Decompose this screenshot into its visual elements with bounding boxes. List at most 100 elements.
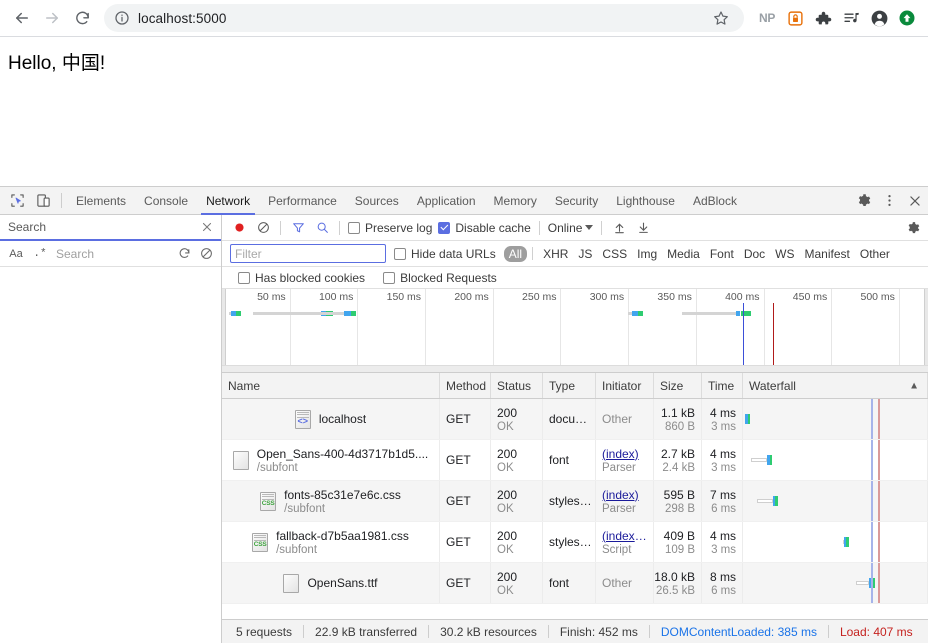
network-overview-timeline[interactable]: 50 ms 100 ms 150 ms 200 ms 250 ms 300 ms 350 m… <box>222 289 928 373</box>
blocked-requests-checkbox[interactable]: Blocked Requests <box>381 271 499 285</box>
address-bar[interactable]: localhost:5000 <box>104 4 744 32</box>
update-button-icon[interactable] <box>894 5 920 31</box>
filter-type-all[interactable]: All <box>503 245 528 262</box>
network-settings-gear-icon[interactable] <box>902 218 924 238</box>
request-name[interactable]: Open_Sans-400-4d3717b1d5.... <box>257 447 428 461</box>
settings-gear-icon[interactable] <box>850 187 876 214</box>
tab-console[interactable]: Console <box>135 187 197 214</box>
request-name[interactable]: fonts-85c31e7e6c.css <box>284 488 401 502</box>
filter-type-manifest[interactable]: Manifest <box>800 246 855 262</box>
column-header-name[interactable]: Name <box>222 373 440 398</box>
overview-scrollbar[interactable] <box>222 365 928 372</box>
close-icon[interactable] <box>199 219 215 235</box>
column-header-method[interactable]: Method <box>440 373 491 398</box>
device-toolbar-icon[interactable] <box>30 187 56 214</box>
has-blocked-cookies-checkbox[interactable]: Has blocked cookies <box>236 271 367 285</box>
overview-request-band <box>628 311 644 316</box>
column-header-type[interactable]: Type <box>543 373 596 398</box>
page-info-icon[interactable] <box>114 10 130 26</box>
clear-icon[interactable] <box>197 245 215 263</box>
name-text: OpenSans.ttf <box>307 576 377 590</box>
cell-waterfall <box>743 522 928 562</box>
tab-lighthouse[interactable]: Lighthouse <box>607 187 684 214</box>
table-row[interactable]: Open_Sans-400-4d3717b1d5..../subfont GET 2… <box>222 440 928 481</box>
tab-adblock[interactable]: AdBlock <box>684 187 746 214</box>
css-file-icon: CSS <box>260 491 277 511</box>
export-har-icon[interactable] <box>632 218 654 238</box>
regex-toggle[interactable]: .* <box>30 245 50 263</box>
filter-input[interactable] <box>230 244 386 263</box>
filter-type-img[interactable]: Img <box>632 246 662 262</box>
filter-type-other[interactable]: Other <box>855 246 895 262</box>
initiator-link[interactable]: (index) <box>602 447 647 461</box>
divider <box>339 220 340 235</box>
tab-application[interactable]: Application <box>408 187 485 214</box>
search-input[interactable] <box>54 244 171 263</box>
column-header-time[interactable]: Time <box>702 373 743 398</box>
filter-type-ws[interactable]: WS <box>770 246 799 262</box>
table-row[interactable]: <> localhost GET 200 OK docu… Other 1.1 kB 860 B… <box>222 399 928 440</box>
import-har-icon[interactable] <box>608 218 630 238</box>
puzzle-extensions-icon[interactable] <box>810 5 836 31</box>
checkbox-box <box>394 247 406 260</box>
filter-type-css[interactable]: CSS <box>597 246 632 262</box>
initiator-link[interactable]: (index):… <box>602 529 647 543</box>
preserve-log-checkbox[interactable]: Preserve log <box>346 221 434 235</box>
size-sub: 109 B <box>664 543 695 556</box>
table-row[interactable]: CSS fonts-85c31e7e6c.css/subfont GET 200 OK s… <box>222 481 928 522</box>
filter-type-font[interactable]: Font <box>705 246 739 262</box>
filter-type-doc[interactable]: Doc <box>739 246 770 262</box>
request-name[interactable]: fallback-d7b5aa1981.css <box>276 529 409 543</box>
status-text: OK <box>497 584 514 597</box>
column-header-initiator[interactable]: Initiator <box>596 373 654 398</box>
column-header-size[interactable]: Size <box>654 373 702 398</box>
tab-network[interactable]: Network <box>197 187 259 215</box>
table-row[interactable]: CSS fallback-d7b5aa1981.css/subfont GET 200… <box>222 522 928 563</box>
dom-content-loaded-marker <box>871 563 873 603</box>
overview-gridline <box>628 289 630 372</box>
request-name[interactable]: localhost <box>319 412 366 426</box>
profile-avatar-icon[interactable] <box>866 5 892 31</box>
reload-button[interactable] <box>68 4 96 32</box>
status-finish: Finish: 452 ms <box>559 624 638 639</box>
np-extension-icon[interactable]: NP <box>754 5 780 31</box>
clear-network-icon[interactable] <box>252 218 274 238</box>
table-row[interactable]: OpenSans.ttf GET 200 OK font Other 18.0 kB 26.5… <box>222 563 928 604</box>
initiator-link[interactable]: (index) <box>602 488 647 502</box>
page-heading: Hello, 中国! <box>8 53 106 74</box>
load-event-marker <box>878 399 880 439</box>
tab-security[interactable]: Security <box>546 187 607 214</box>
match-case-toggle[interactable]: Aa <box>6 245 26 263</box>
request-name[interactable]: OpenSans.ttf <box>307 576 377 590</box>
bookmark-star-icon[interactable] <box>708 5 734 31</box>
cell-name: CSS fallback-d7b5aa1981.css/subfont <box>222 522 440 562</box>
search-icon[interactable] <box>311 218 333 238</box>
column-header-status[interactable]: Status <box>491 373 543 398</box>
status-transferred: 22.9 kB transferred <box>315 624 418 639</box>
column-header-waterfall[interactable]: Waterfall ▲ <box>743 373 928 398</box>
size-sub: 298 B <box>664 502 695 515</box>
filter-type-media[interactable]: Media <box>662 246 705 262</box>
hide-data-urls-checkbox[interactable]: Hide data URLs <box>392 247 498 261</box>
disable-cache-checkbox[interactable]: Disable cache <box>436 221 532 235</box>
overview-tick-label: 250 ms <box>522 291 557 303</box>
close-icon[interactable] <box>902 187 928 214</box>
refresh-icon[interactable] <box>175 245 193 263</box>
tab-elements[interactable]: Elements <box>67 187 135 214</box>
tab-memory[interactable]: Memory <box>485 187 546 214</box>
back-button[interactable] <box>8 4 36 32</box>
throttling-dropdown[interactable]: Online <box>546 221 596 235</box>
filter-type-js[interactable]: JS <box>573 246 597 262</box>
inspect-element-icon[interactable] <box>4 187 30 214</box>
filter-type-xhr[interactable]: XHR <box>538 246 573 262</box>
filter-funnel-icon[interactable] <box>287 218 309 238</box>
tab-label: Elements <box>76 193 127 208</box>
playlist-extension-icon[interactable] <box>838 5 864 31</box>
tab-performance[interactable]: Performance <box>259 187 346 214</box>
overview-tick-label: 50 ms <box>257 291 286 303</box>
record-button-icon[interactable] <box>228 218 250 238</box>
forward-button[interactable] <box>38 4 66 32</box>
more-vertical-icon[interactable] <box>876 187 902 214</box>
lock-extension-icon[interactable] <box>782 5 808 31</box>
tab-sources[interactable]: Sources <box>346 187 408 214</box>
